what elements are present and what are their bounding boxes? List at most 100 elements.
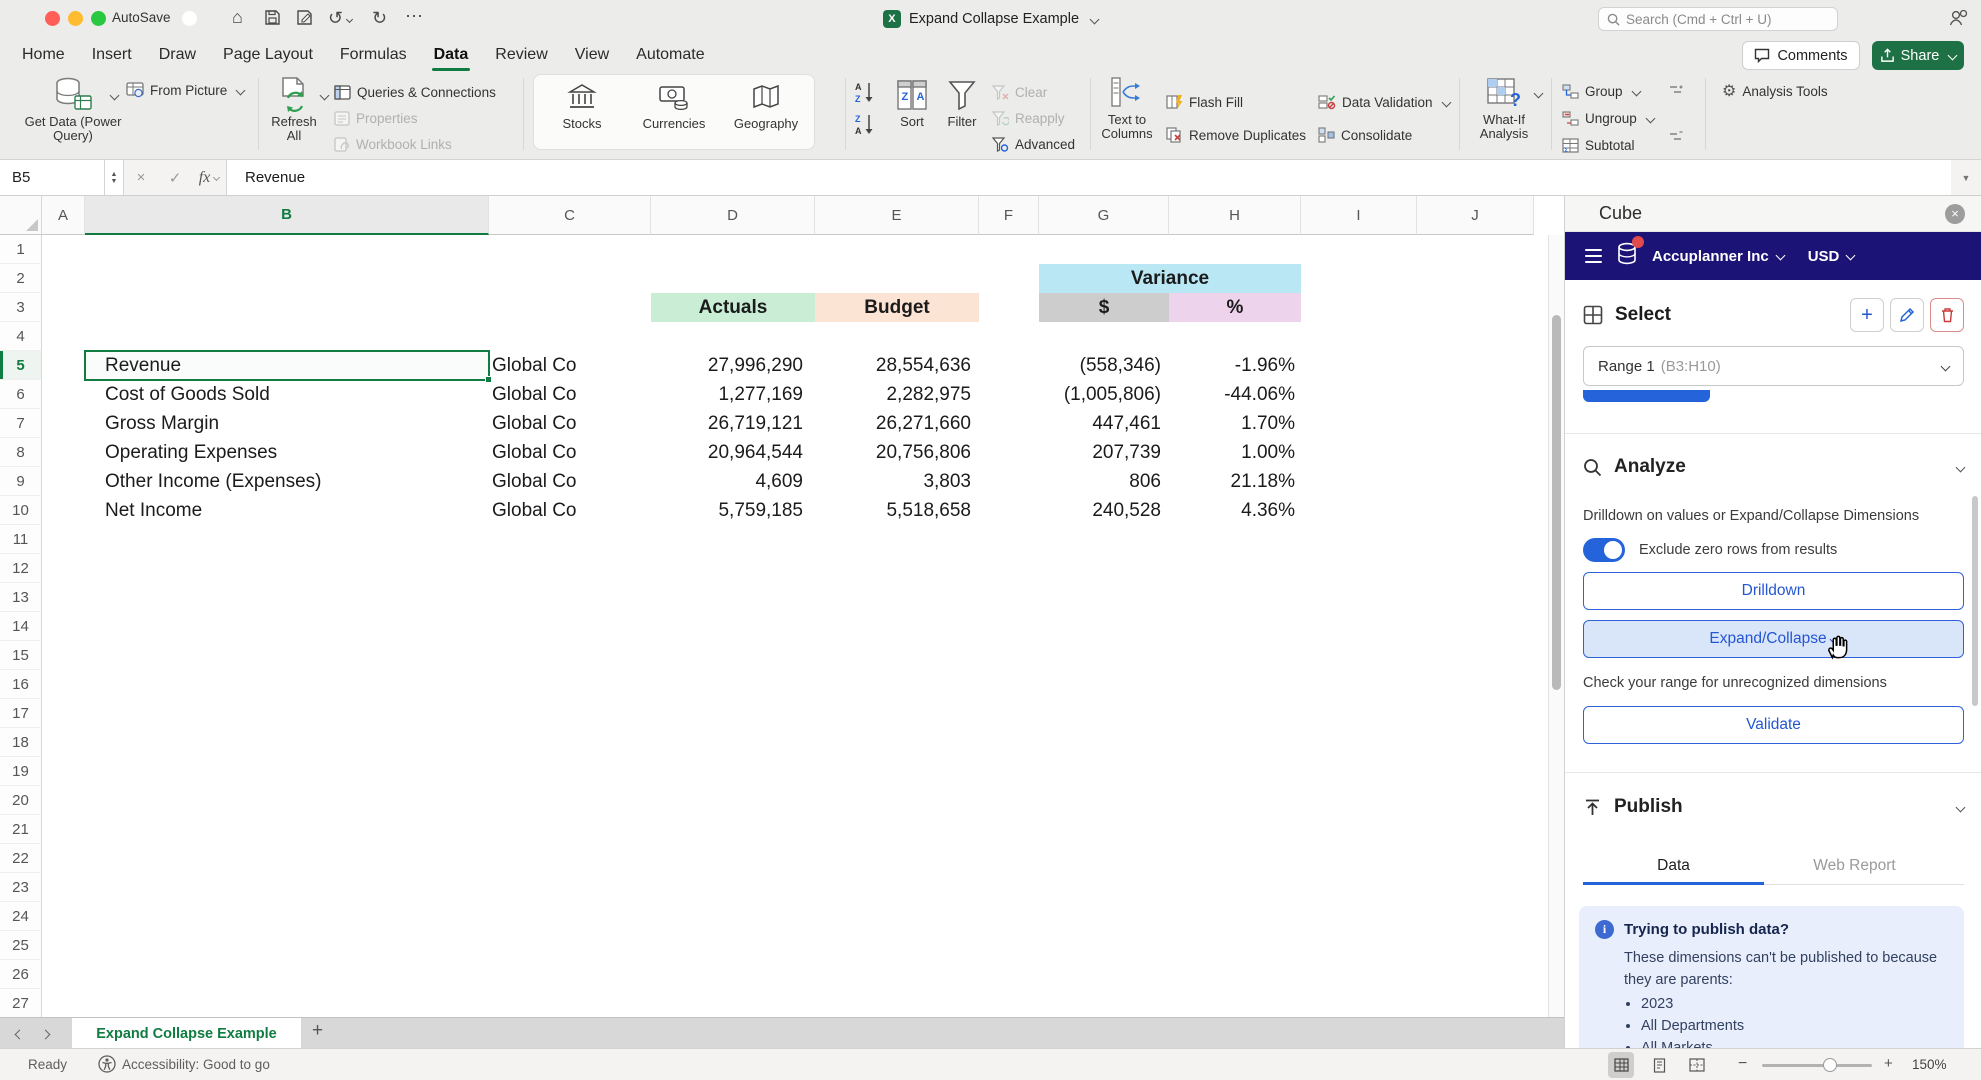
- row-header-16[interactable]: 16: [0, 670, 42, 699]
- analysis-tools-button[interactable]: ⚙ Analysis Tools: [1722, 81, 1828, 101]
- row-header-22[interactable]: 22: [0, 844, 42, 873]
- menu-icon[interactable]: [1585, 249, 1602, 263]
- sort-button[interactable]: ZA Sort: [888, 78, 936, 129]
- sort-az-button[interactable]: AZ: [854, 80, 876, 109]
- row-header-17[interactable]: 17: [0, 699, 42, 728]
- comments-button[interactable]: Comments: [1742, 41, 1860, 70]
- row-header-25[interactable]: 25: [0, 931, 42, 960]
- tab-view[interactable]: View: [575, 46, 609, 64]
- normal-view-icon[interactable]: [1608, 1052, 1634, 1078]
- column-header-B[interactable]: B: [85, 196, 489, 235]
- tab-data[interactable]: Data: [1583, 848, 1764, 884]
- tab-automate[interactable]: Automate: [636, 46, 704, 64]
- row-header-13[interactable]: 13: [0, 583, 42, 612]
- stocks-button[interactable]: Stocks: [538, 83, 626, 131]
- row-header-19[interactable]: 19: [0, 757, 42, 786]
- column-header-F[interactable]: F: [979, 196, 1039, 235]
- cell-E5-budget[interactable]: 28,554,636: [815, 351, 979, 380]
- cell-dollar-header[interactable]: $: [1039, 293, 1169, 322]
- geography-button[interactable]: Geography: [722, 83, 810, 131]
- cell-G9-var-usd[interactable]: 806: [1039, 467, 1169, 496]
- cell-H9-var-pct[interactable]: 21.18%: [1169, 467, 1301, 496]
- cell-B10-label[interactable]: Net Income: [85, 496, 489, 525]
- cell-D8-actuals[interactable]: 20,964,544: [651, 438, 815, 467]
- row-header-10[interactable]: 10: [0, 496, 42, 525]
- publish-section-header[interactable]: Publish: [1583, 796, 1964, 818]
- cancel-entry-icon[interactable]: ×: [124, 160, 158, 195]
- confirm-entry-icon[interactable]: ✓: [158, 160, 192, 195]
- cell-B8-label[interactable]: Operating Expenses: [85, 438, 489, 467]
- cell-D9-actuals[interactable]: 4,609: [651, 467, 815, 496]
- edit-range-button[interactable]: [1890, 298, 1924, 332]
- cell-G8-var-usd[interactable]: 207,739: [1039, 438, 1169, 467]
- queries-connections-button[interactable]: Queries & Connections: [334, 82, 496, 102]
- prev-sheet-icon[interactable]: [12, 1027, 23, 1045]
- cell-C5-company[interactable]: Global Co: [489, 351, 651, 380]
- consolidate-button[interactable]: Consolidate: [1318, 125, 1412, 145]
- column-header-H[interactable]: H: [1169, 196, 1301, 235]
- cell-D7-actuals[interactable]: 26,719,121: [651, 409, 815, 438]
- cell-budget-header[interactable]: Budget: [815, 293, 979, 322]
- column-header-J[interactable]: J: [1417, 196, 1534, 235]
- cell-H5-var-pct[interactable]: -1.96%: [1169, 351, 1301, 380]
- tab-page-layout[interactable]: Page Layout: [223, 46, 313, 64]
- tab-web-report[interactable]: Web Report: [1764, 848, 1945, 884]
- select-all-corner[interactable]: [0, 196, 42, 235]
- tab-home[interactable]: Home: [22, 46, 65, 64]
- page-layout-view-icon[interactable]: [1646, 1052, 1672, 1078]
- row-header-5[interactable]: 5: [0, 351, 42, 380]
- column-header-C[interactable]: C: [489, 196, 651, 235]
- row-header-4[interactable]: 4: [0, 322, 42, 351]
- cell-E10-budget[interactable]: 5,518,658: [815, 496, 979, 525]
- cell-C8-company[interactable]: Global Co: [489, 438, 651, 467]
- row-header-14[interactable]: 14: [0, 612, 42, 641]
- remove-duplicates-button[interactable]: Remove Duplicates: [1166, 125, 1306, 145]
- pane-scrollbar-thumb[interactable]: [1972, 496, 1978, 706]
- formula-input[interactable]: Revenue: [226, 160, 1951, 195]
- row-header-6[interactable]: 6: [0, 380, 42, 409]
- zoom-level[interactable]: 150%: [1912, 1057, 1947, 1072]
- datasource-icon[interactable]: [1616, 242, 1638, 271]
- range-dropdown[interactable]: Range 1 (B3:H10): [1583, 346, 1964, 386]
- account-presence-icon[interactable]: [1948, 8, 1968, 33]
- cell-H6-var-pct[interactable]: -44.06%: [1169, 380, 1301, 409]
- filter-button[interactable]: Filter: [938, 78, 986, 129]
- tab-formulas[interactable]: Formulas: [340, 46, 407, 64]
- insert-function-icon[interactable]: fx: [192, 160, 226, 195]
- cell-H10-var-pct[interactable]: 4.36%: [1169, 496, 1301, 525]
- add-range-button[interactable]: +: [1850, 298, 1884, 332]
- expand-collapse-button[interactable]: Expand/Collapse: [1583, 620, 1964, 658]
- text-to-columns-button[interactable]: Text to Columns: [1096, 76, 1158, 141]
- advanced-filter-button[interactable]: Advanced: [992, 134, 1075, 154]
- cell-G10-var-usd[interactable]: 240,528: [1039, 496, 1169, 525]
- cell-percent-header[interactable]: %: [1169, 293, 1301, 322]
- tab-data[interactable]: Data: [434, 46, 469, 64]
- from-picture-button[interactable]: From Picture: [126, 80, 244, 100]
- cell-G7-var-usd[interactable]: 447,461: [1039, 409, 1169, 438]
- column-header-E[interactable]: E: [815, 196, 979, 235]
- scrollbar-thumb[interactable]: [1552, 315, 1561, 690]
- validate-button[interactable]: Validate: [1583, 706, 1964, 744]
- subtotal-button[interactable]: Σ Subtotal: [1562, 135, 1635, 155]
- row-header-1[interactable]: 1: [0, 235, 42, 264]
- currencies-button[interactable]: Currencies: [630, 83, 718, 131]
- column-header-A[interactable]: A: [42, 196, 85, 235]
- row-header-8[interactable]: 8: [0, 438, 42, 467]
- tab-draw[interactable]: Draw: [159, 46, 196, 64]
- sheet-tab-active[interactable]: Expand Collapse Example: [72, 1018, 301, 1049]
- cell-E6-budget[interactable]: 2,282,975: [815, 380, 979, 409]
- cell-C9-company[interactable]: Global Co: [489, 467, 651, 496]
- cell-C7-company[interactable]: Global Co: [489, 409, 651, 438]
- cell-variance-header[interactable]: Variance: [1039, 264, 1301, 293]
- row-header-26[interactable]: 26: [0, 960, 42, 989]
- column-header-D[interactable]: D: [651, 196, 815, 235]
- cell-C10-company[interactable]: Global Co: [489, 496, 651, 525]
- title-chevron-icon[interactable]: [1090, 14, 1100, 24]
- search-input[interactable]: Search (Cmd + Ctrl + U): [1598, 7, 1838, 31]
- name-box[interactable]: B5: [0, 160, 105, 195]
- cell-B7-label[interactable]: Gross Margin: [85, 409, 489, 438]
- get-data-button[interactable]: Get Data (Power Query): [22, 76, 124, 143]
- cell-H8-var-pct[interactable]: 1.00%: [1169, 438, 1301, 467]
- cell-G5-var-usd[interactable]: (558,346): [1039, 351, 1169, 380]
- share-button[interactable]: Share: [1872, 41, 1964, 70]
